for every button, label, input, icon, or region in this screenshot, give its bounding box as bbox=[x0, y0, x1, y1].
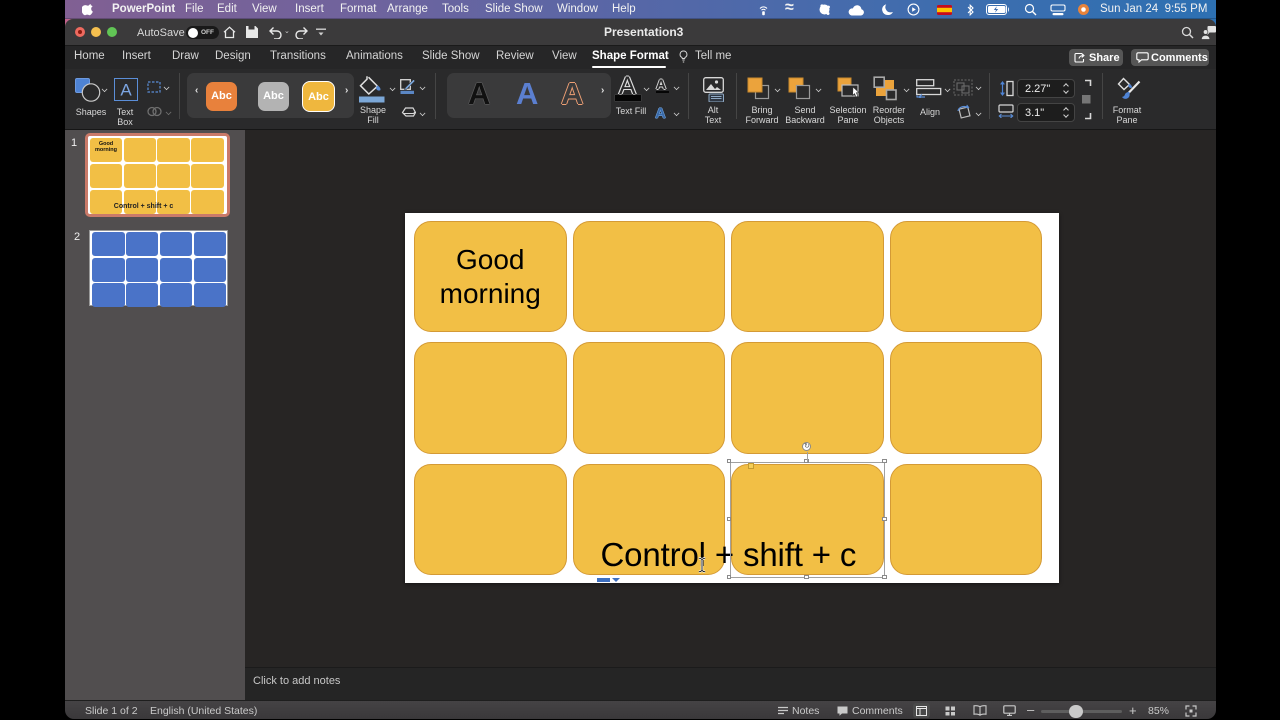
svg-text:A: A bbox=[120, 81, 132, 100]
